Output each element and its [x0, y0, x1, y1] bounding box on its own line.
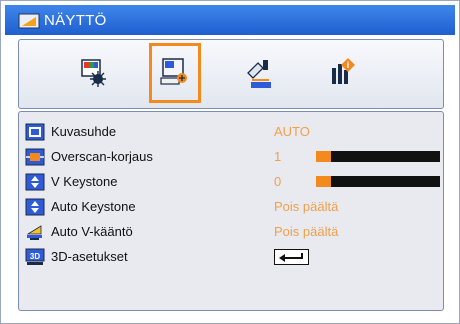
osd-window: NÄYTTÖ i Kuvasuhde AUTO Overscan-korjaus… — [0, 0, 460, 324]
3d-icon: 3D — [25, 248, 45, 265]
settings-list: Kuvasuhde AUTO Overscan-korjaus 1 V Keys… — [18, 111, 444, 311]
row-label: Kuvasuhde — [51, 124, 117, 139]
tab-options[interactable]: i — [315, 43, 367, 103]
window-title: NÄYTTÖ — [44, 12, 107, 29]
menu-row-auto-keystone[interactable]: Auto Keystone Pois päältä — [19, 195, 443, 219]
row-value: Pois päältä — [274, 199, 339, 214]
row-label: V Keystone — [51, 174, 118, 189]
row-label: Auto V-kääntö — [51, 224, 133, 239]
v-keystone-slider[interactable] — [316, 176, 440, 187]
menu-row-3d-settings[interactable]: 3D 3D-asetukset — [19, 245, 443, 269]
overscan-slider[interactable] — [316, 151, 440, 162]
auto-v-flip-icon — [26, 225, 42, 240]
menu-row-overscan[interactable]: Overscan-korjaus 1 — [19, 145, 443, 169]
row-label: Overscan-korjaus — [51, 149, 153, 164]
menu-row-aspect-ratio[interactable]: Kuvasuhde AUTO — [19, 120, 443, 144]
auto-keystone-icon — [25, 198, 45, 216]
menu-row-v-keystone[interactable]: V Keystone 0 — [19, 170, 443, 194]
menu-row-auto-v-flip[interactable]: Auto V-kääntö Pois päältä — [19, 220, 443, 244]
tab-display[interactable] — [149, 43, 201, 103]
options-icon: i — [332, 58, 355, 84]
row-value: AUTO — [274, 124, 310, 139]
row-value: 0 — [274, 174, 282, 189]
svg-text:i: i — [347, 60, 350, 70]
overscan-icon — [25, 148, 45, 166]
row-label: Auto Keystone — [51, 199, 136, 214]
setup-icon — [247, 60, 271, 88]
slider-fill — [316, 176, 331, 187]
row-value: Pois päältä — [274, 224, 339, 239]
tab-setup[interactable] — [233, 43, 285, 103]
row-label: 3D-asetukset — [51, 249, 128, 264]
row-value: 1 — [274, 149, 282, 164]
display-icon — [18, 13, 40, 29]
v-keystone-icon — [25, 173, 45, 191]
enter-button[interactable] — [274, 249, 309, 265]
aspect-ratio-icon — [25, 123, 45, 141]
menu-tabs: i — [18, 39, 444, 109]
image-settings-icon — [81, 59, 106, 87]
title-bar: NÄYTTÖ — [5, 5, 455, 35]
tab-image-settings[interactable] — [67, 43, 119, 103]
slider-fill — [316, 151, 331, 162]
3d-icon-label: 3D — [30, 252, 40, 261]
display-tab-icon — [160, 58, 187, 85]
enter-icon — [279, 253, 303, 262]
